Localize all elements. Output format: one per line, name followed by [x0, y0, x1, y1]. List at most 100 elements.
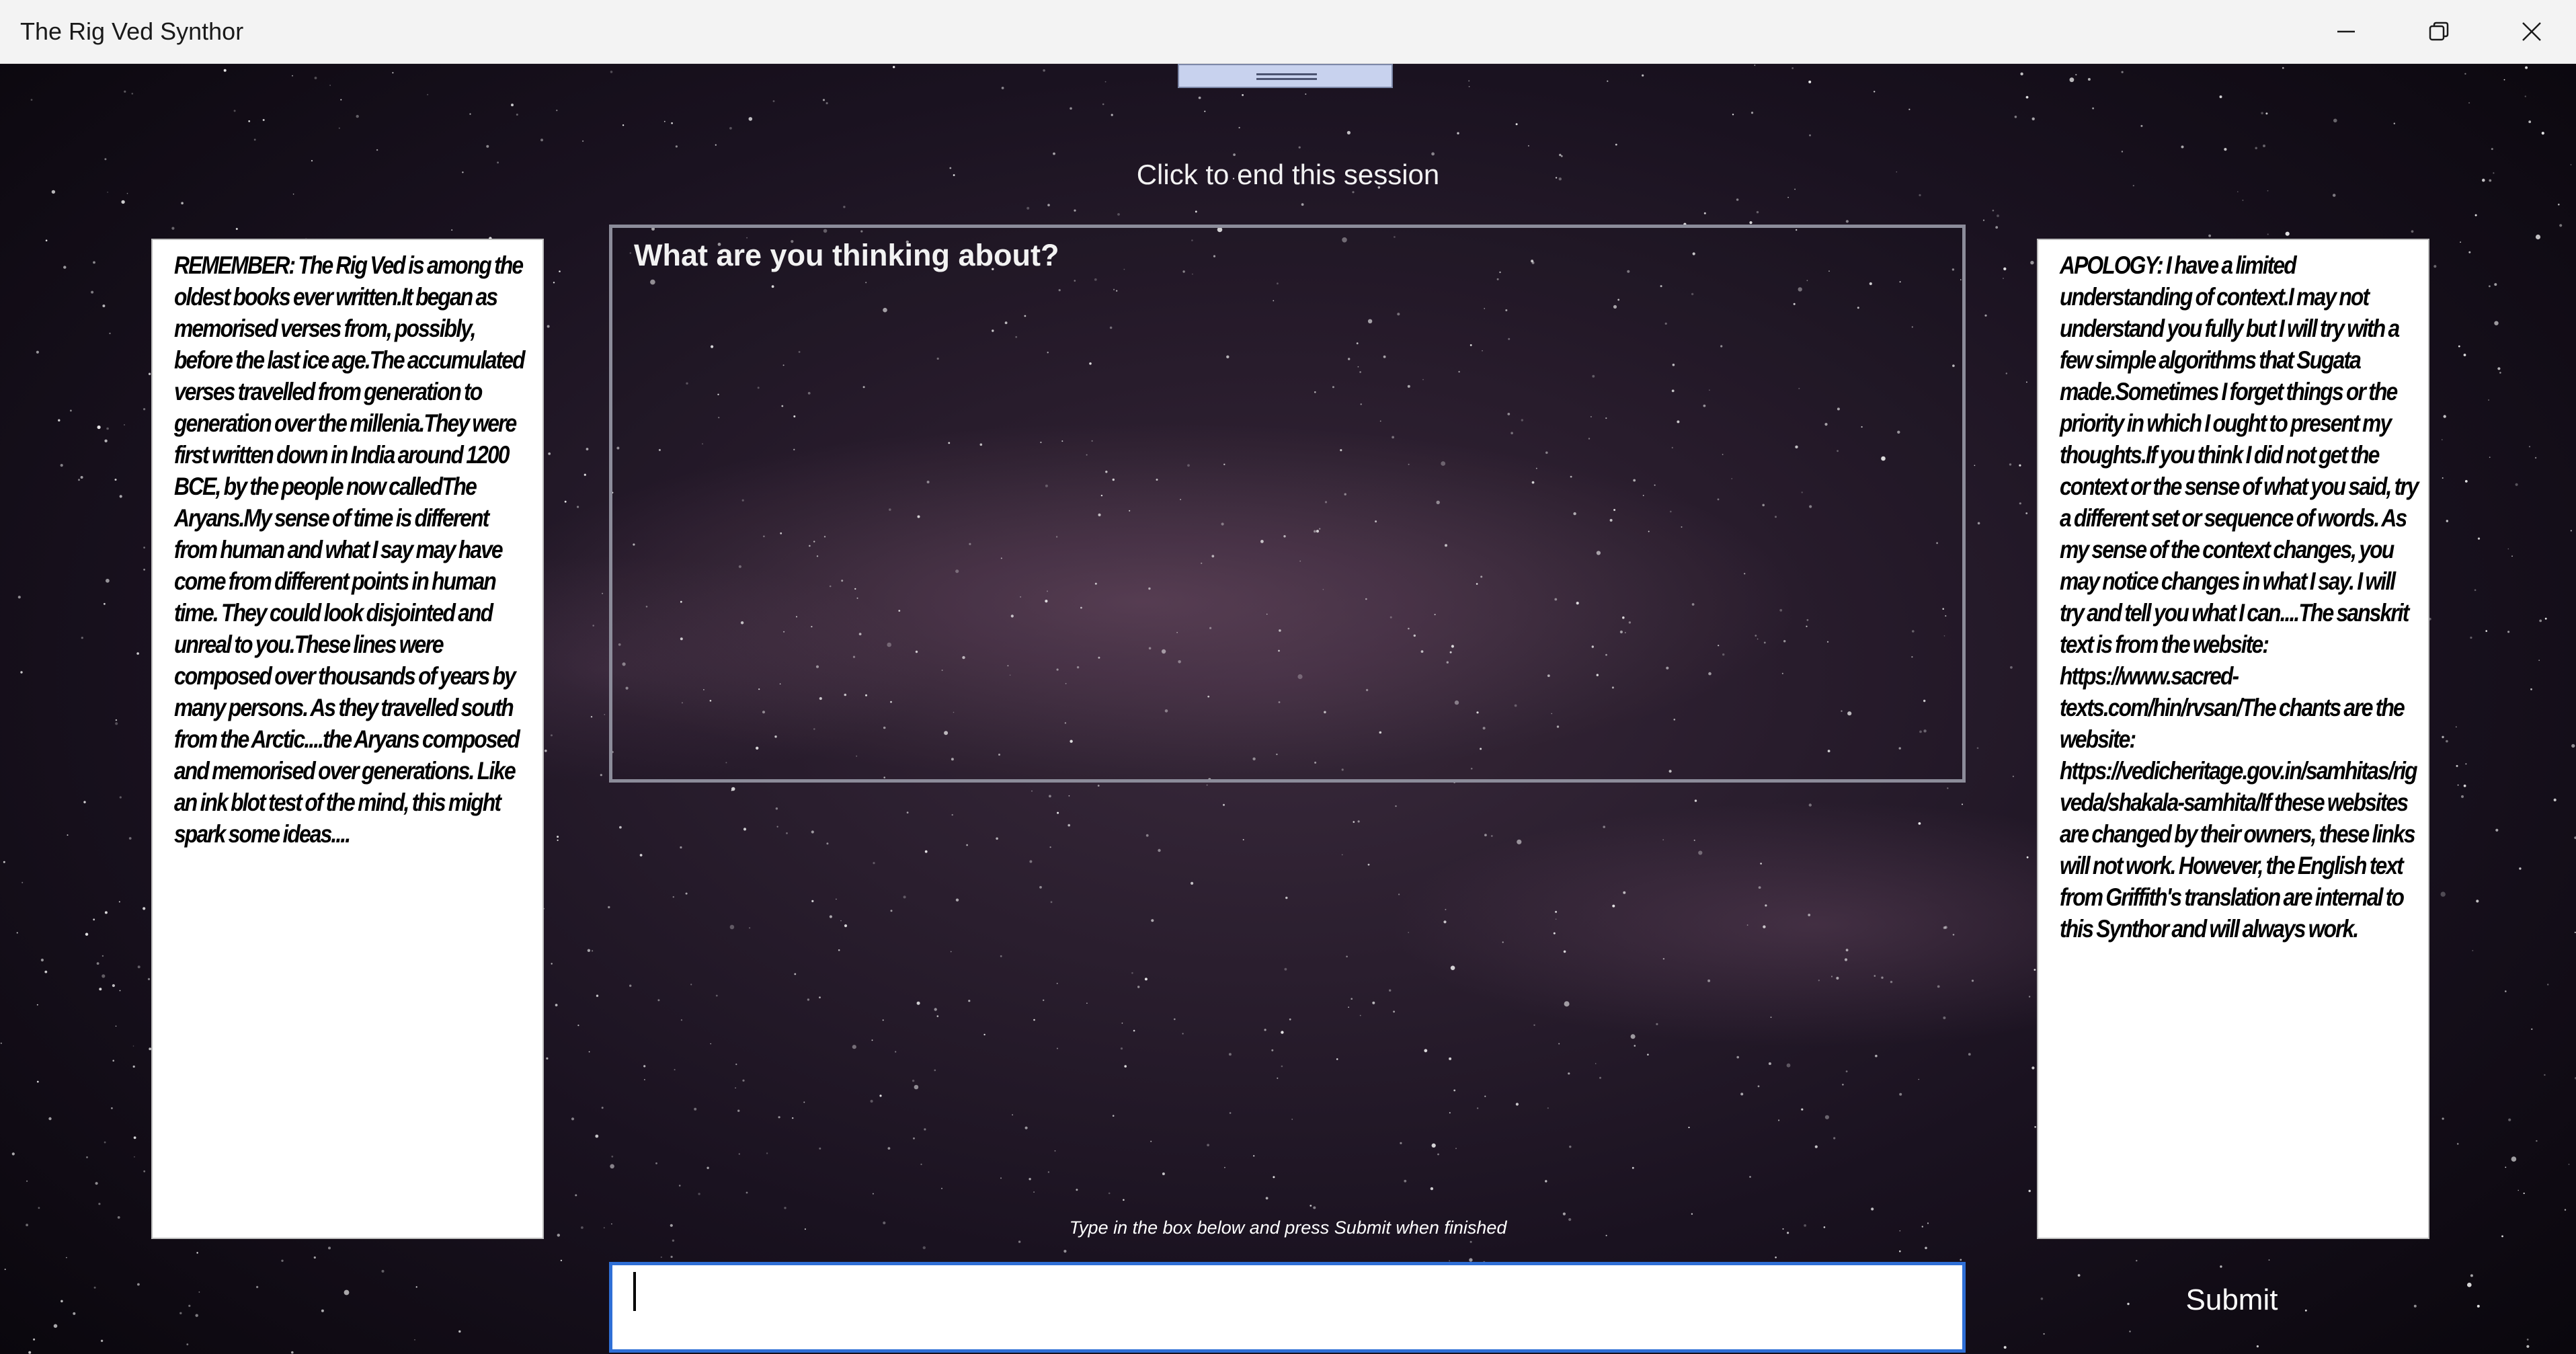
- star: [1982, 219, 1985, 221]
- star: [148, 372, 151, 375]
- star: [1830, 975, 1833, 978]
- star: [1068, 795, 1070, 797]
- star: [40, 958, 44, 962]
- star: [17, 596, 21, 599]
- thinking-output-box: What are you thinking about?: [609, 225, 1966, 783]
- end-session-button[interactable]: Click to end this session: [952, 153, 1624, 196]
- star: [497, 161, 499, 164]
- grip-line: [1256, 73, 1317, 75]
- star: [2458, 345, 2460, 348]
- star: [592, 950, 594, 952]
- title-bar[interactable]: The Rig Ved Synthor: [0, 0, 2576, 64]
- star: [1698, 850, 1703, 855]
- restore-button[interactable]: [2392, 0, 2486, 63]
- star: [2559, 224, 2563, 227]
- star: [1707, 979, 1711, 982]
- star: [2464, 73, 2466, 75]
- star: [1056, 1047, 1058, 1049]
- star: [2019, 502, 2021, 505]
- star: [2505, 1166, 2507, 1168]
- star: [2265, 112, 2268, 115]
- star: [179, 1312, 182, 1315]
- star: [588, 1051, 590, 1053]
- star: [811, 900, 814, 902]
- star: [1881, 976, 1884, 979]
- star: [2523, 1192, 2525, 1195]
- star: [134, 1156, 135, 1158]
- star: [186, 1343, 189, 1346]
- star: [698, 1193, 700, 1195]
- star: [1043, 69, 1045, 72]
- star: [344, 1289, 350, 1296]
- star: [48, 1117, 52, 1121]
- star: [1469, 1258, 1473, 1262]
- star: [608, 906, 610, 909]
- star: [66, 1257, 67, 1259]
- star: [1000, 955, 1002, 957]
- star: [2508, 1118, 2511, 1121]
- star: [792, 1117, 794, 1119]
- star: [775, 807, 778, 810]
- star: [1656, 1023, 1658, 1025]
- star: [2263, 145, 2265, 147]
- star: [1977, 522, 1980, 525]
- star: [819, 996, 821, 998]
- minimize-button[interactable]: [2299, 0, 2393, 63]
- star: [2446, 740, 2448, 743]
- star: [1899, 1250, 1901, 1252]
- star: [1971, 980, 1974, 982]
- drag-handle[interactable]: [1178, 64, 1393, 88]
- thought-input[interactable]: [609, 1262, 1966, 1353]
- star: [1404, 1179, 1407, 1183]
- star: [1273, 1176, 1275, 1179]
- star: [1068, 824, 1070, 827]
- star: [1097, 785, 1100, 787]
- submit-button[interactable]: Submit: [2097, 1273, 2366, 1327]
- star: [1770, 1017, 1772, 1018]
- star: [1359, 1014, 1361, 1017]
- star: [2333, 118, 2337, 123]
- star: [1031, 790, 1033, 792]
- star: [2442, 439, 2443, 440]
- star: [143, 1170, 146, 1172]
- star: [873, 862, 875, 865]
- star: [1070, 107, 1072, 110]
- star: [2433, 265, 2437, 268]
- star: [1145, 834, 1149, 837]
- star: [2489, 179, 2492, 182]
- star: [338, 127, 340, 129]
- star: [1925, 1246, 1927, 1250]
- star: [1919, 194, 1921, 196]
- star: [883, 1221, 886, 1225]
- star: [1346, 130, 1351, 134]
- star: [1962, 803, 1963, 805]
- star: [872, 1193, 874, 1195]
- star: [2530, 688, 2532, 690]
- star: [819, 1147, 821, 1150]
- star: [291, 1351, 294, 1354]
- star: [281, 1259, 284, 1263]
- star: [2460, 241, 2462, 243]
- star: [1823, 1226, 1826, 1228]
- star: [1301, 203, 1304, 206]
- star: [124, 424, 125, 426]
- star: [2012, 775, 2014, 777]
- star: [2519, 867, 2522, 870]
- star: [143, 408, 146, 411]
- star: [106, 427, 109, 430]
- star: [678, 1185, 681, 1187]
- star: [551, 963, 553, 965]
- star: [1024, 1126, 1028, 1129]
- star: [1158, 848, 1161, 852]
- star: [571, 1117, 575, 1121]
- star: [33, 1338, 36, 1341]
- star: [328, 1246, 331, 1250]
- star: [1102, 103, 1104, 106]
- star: [1123, 1199, 1125, 1201]
- star: [2219, 95, 2222, 98]
- star: [2442, 735, 2444, 738]
- star: [100, 1339, 104, 1343]
- star: [2034, 969, 2036, 971]
- close-button[interactable]: [2485, 0, 2576, 63]
- star: [1395, 805, 1397, 807]
